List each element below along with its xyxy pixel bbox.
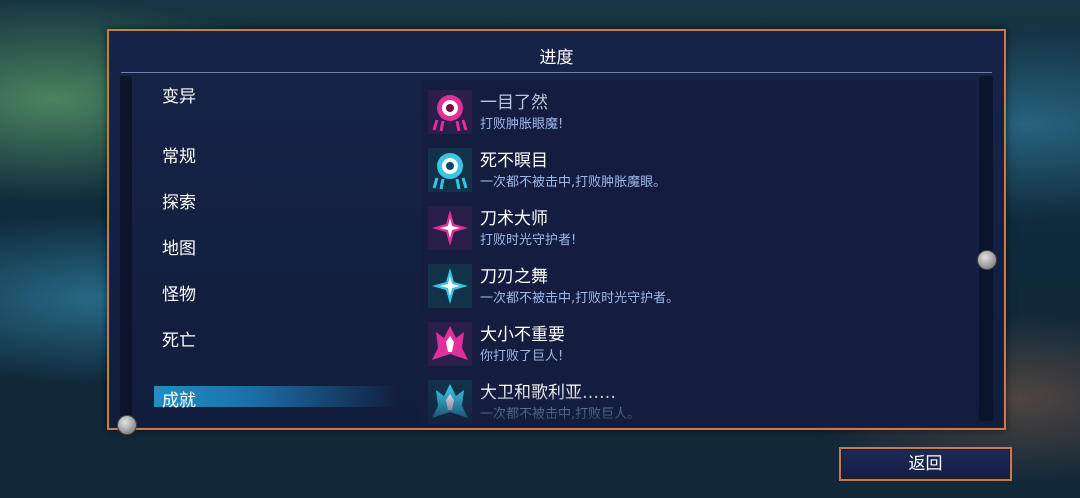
- title-divider: [121, 72, 992, 73]
- achievement-item[interactable]: 刀刃之舞 一次都不被击中,打败时光守护者。: [426, 262, 966, 312]
- category-deaths[interactable]: 死亡: [162, 326, 196, 351]
- eye-monster-icon: [428, 148, 472, 192]
- shuriken-icon: [428, 206, 472, 250]
- achievement-item[interactable]: 死不瞑目 一次都不被击中,打败肿胀魔眼。: [426, 146, 966, 196]
- category-exploration[interactable]: 探索: [162, 188, 196, 213]
- achievement-desc: 一次都不被击中,打败肿胀魔眼。: [480, 175, 667, 190]
- category-general[interactable]: 常规: [162, 142, 196, 167]
- category-achievements[interactable]: 成就: [154, 386, 399, 411]
- category-mutations[interactable]: 变异: [162, 82, 196, 107]
- category-scroll-handle[interactable]: [117, 415, 137, 435]
- achievement-scroll-handle[interactable]: [977, 250, 997, 270]
- category-monsters[interactable]: 怪物: [162, 280, 196, 305]
- giant-icon: [428, 380, 472, 424]
- achievement-desc: 打败肿胀眼魔!: [480, 117, 564, 132]
- eye-monster-icon: [428, 90, 472, 134]
- achievement-title: 刀术大师: [480, 209, 548, 229]
- achievement-title: 刀刃之舞: [480, 267, 548, 287]
- achievement-title: 大小不重要: [480, 325, 565, 345]
- giant-icon: [428, 322, 472, 366]
- achievement-desc: 一次都不被击中,打败时光守护者。: [480, 291, 680, 306]
- category-map[interactable]: 地图: [162, 234, 196, 259]
- achievement-item[interactable]: 刀术大师 打败时光守护者!: [426, 204, 966, 254]
- achievement-list[interactable]: 一目了然 打败肿胀眼魔! 死不瞑目 一次都不被击中,打败肿胀魔眼。 刀术大师 打…: [421, 80, 976, 426]
- category-achievements-label: 成就: [162, 391, 196, 411]
- achievement-title: 一目了然: [480, 93, 548, 113]
- category-scrollbar[interactable]: [120, 76, 132, 421]
- achievement-title: 大卫和歌利亚……: [480, 383, 616, 403]
- progress-panel: 进度 变异 常规 探索 地图 怪物 死亡 成就 一目了然 打败肿胀眼魔! 死不瞑…: [107, 29, 1006, 435]
- back-button[interactable]: 返回: [839, 447, 1012, 481]
- achievement-title: 死不瞑目: [480, 151, 548, 171]
- panel-title: 进度: [539, 48, 574, 68]
- achievement-item[interactable]: 大卫和歌利亚…… 一次都不被击中,打败巨人。: [426, 378, 966, 426]
- achievement-item[interactable]: 大小不重要 你打败了巨人!: [426, 320, 966, 370]
- achievement-desc: 你打败了巨人!: [480, 349, 564, 364]
- achievement-scrollbar[interactable]: [979, 76, 993, 421]
- achievement-desc: 打败时光守护者!: [480, 233, 577, 248]
- achievement-desc: 一次都不被击中,打败巨人。: [480, 407, 641, 422]
- achievement-item[interactable]: 一目了然 打败肿胀眼魔!: [426, 88, 966, 138]
- shuriken-icon: [428, 264, 472, 308]
